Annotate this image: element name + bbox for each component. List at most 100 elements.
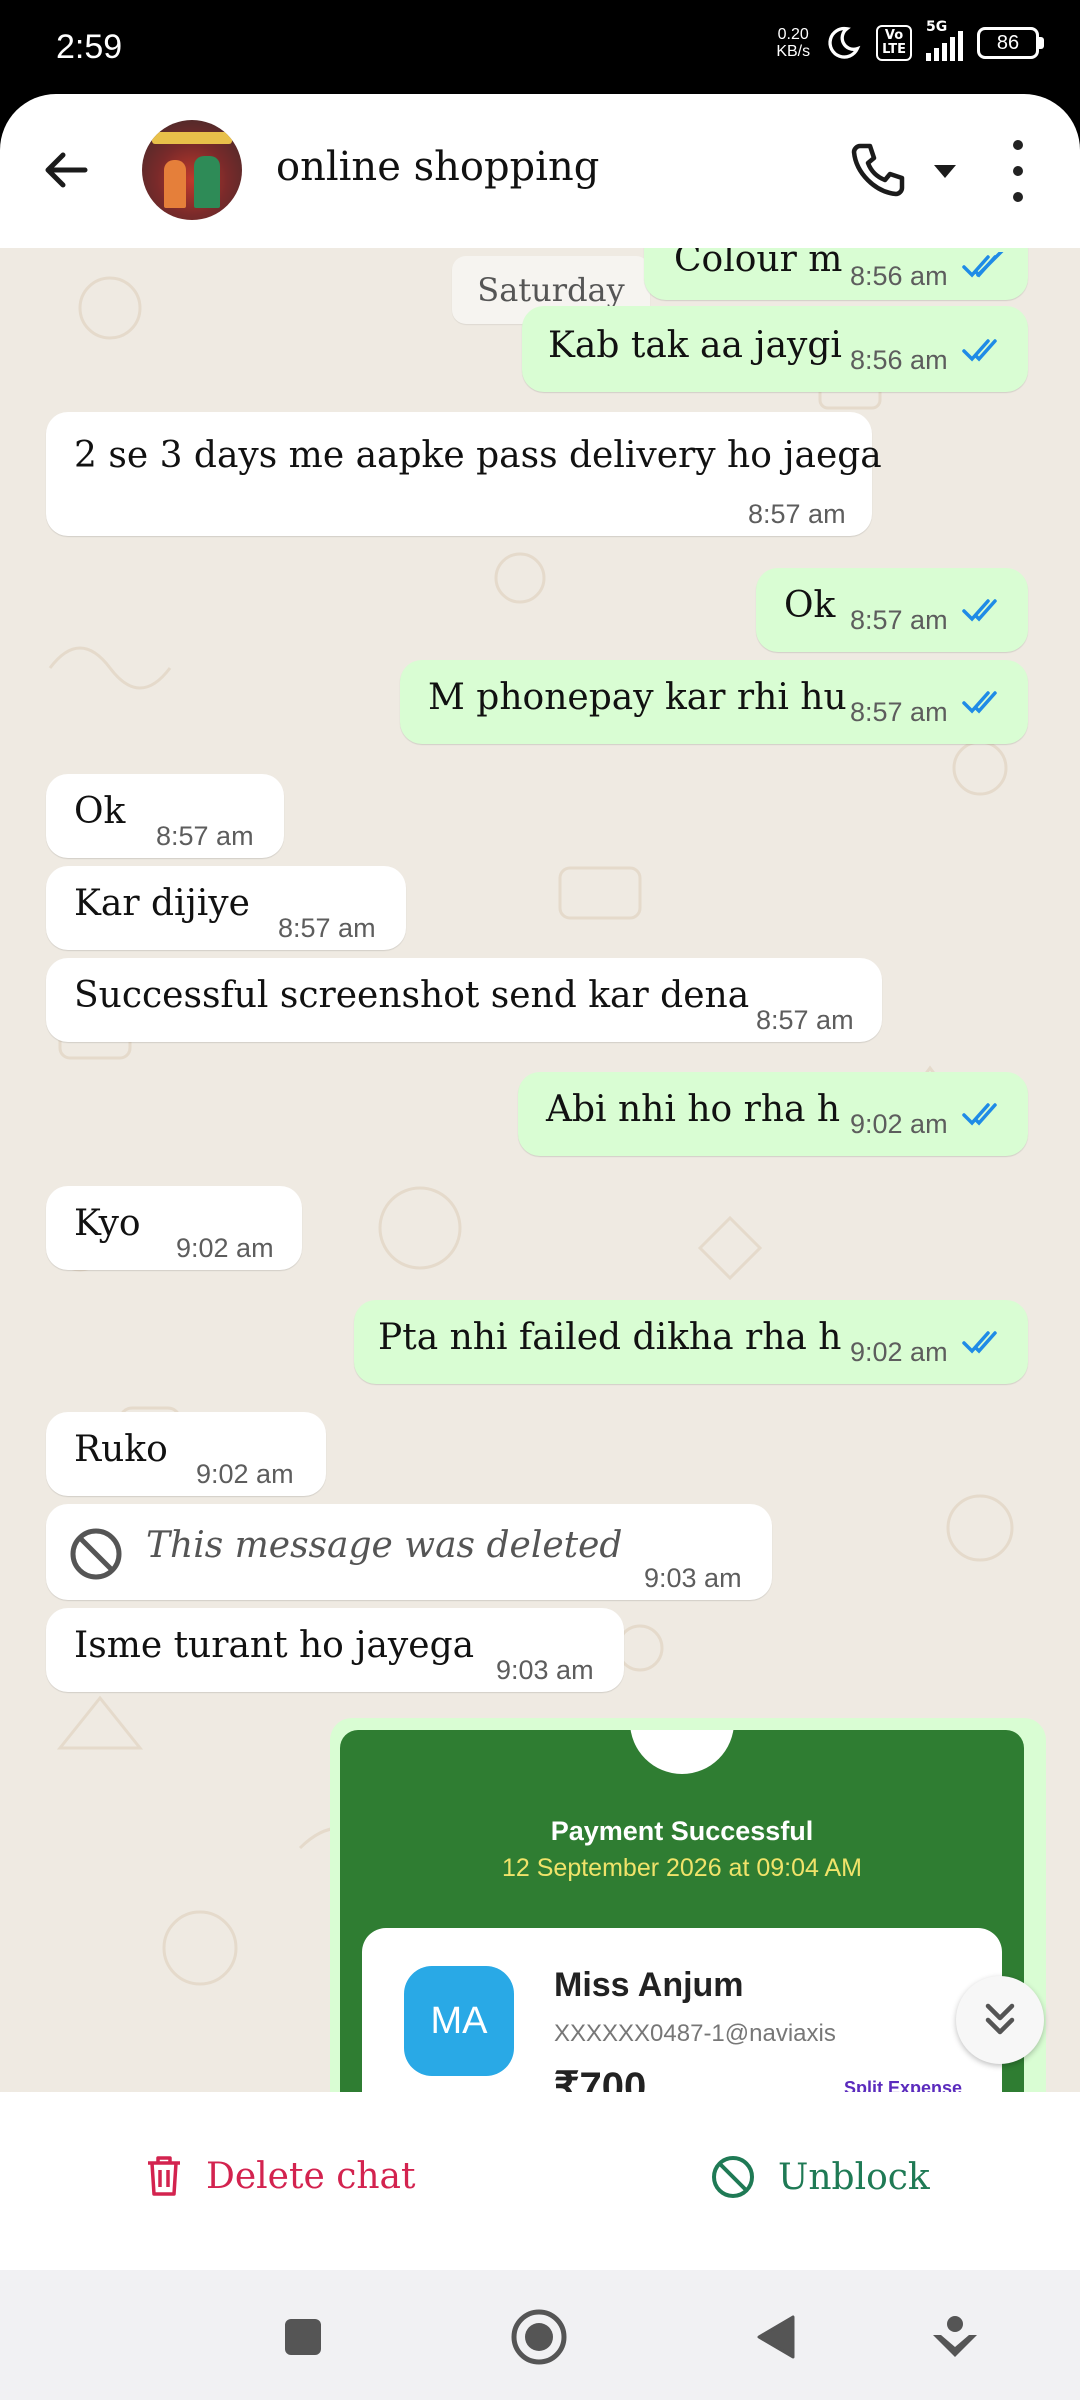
message-time: 9:02 am [196,1459,294,1489]
message-time: 9:03 am [496,1655,594,1685]
voice-call-button[interactable] [846,138,910,202]
message-text: Colour m [674,248,843,280]
message-incoming[interactable]: Kyo 9:02 am [46,1186,302,1270]
chat-header: online shopping [0,94,1080,248]
payment-title: Payment Successful [550,1816,814,1846]
battery-level: 86 [977,27,1039,59]
blocked-contact-actions: Delete chat Unblock [0,2092,1080,2270]
recents-button[interactable] [268,2302,338,2372]
message-time: 8:56 am [850,345,948,375]
success-check-icon [630,1730,734,1774]
nav-back-icon [757,2315,795,2359]
dropdown-icon[interactable] [928,156,962,186]
message-text: Successful screenshot send kar dena [74,975,750,1016]
payment-amount: ₹700 [554,2065,647,2092]
volte-icon: Vo LTE [876,25,912,61]
volte-bottom-label: LTE [882,42,906,57]
message-time: 9:02 am [176,1233,274,1263]
double-tick-icon [962,339,997,362]
message-text: Kar dijiye [74,883,250,924]
network-speed-unit: KB/s [776,43,811,60]
blocked-icon [712,2156,754,2198]
payee-name: Miss Anjum [554,1966,744,2004]
chat-messages-area[interactable]: Saturday Colour m 8:56 am Kab tak aa jay… [0,248,1080,2092]
payment-details-card: MA Miss Anjum XXXXXX0487-1@naviaxis ₹700… [362,1928,1002,2092]
nav-square-icon [285,2319,321,2355]
network-type: 5G [926,19,948,35]
assistant-button[interactable] [920,2302,990,2372]
back-arrow-icon [45,152,88,188]
message-text: Ok [74,791,126,832]
split-expense-link: Split Expense [843,2078,962,2092]
message-time: 8:57 am [756,1005,854,1035]
message-outgoing[interactable]: Abi nhi ho rha h 9:02 am [518,1072,1028,1156]
message-text: Ruko [74,1429,168,1470]
back-nav-button[interactable] [740,2302,810,2372]
message-text: Kab tak aa jaygi [548,325,842,366]
message-text: Kyo [74,1203,141,1244]
network-speed-value: 0.20 [777,26,809,43]
status-icons: 0.20 KB/s Vo LTE 5G 86 [776,19,1044,62]
phone-icon [851,143,905,197]
double-tick-icon [962,1103,997,1126]
message-time: 8:57 am [156,821,254,851]
payee-upi-id: XXXXXX0487-1@naviaxis [554,2020,836,2047]
double-tick-icon [962,691,997,714]
do-not-disturb-moon-icon [828,26,861,59]
message-text: Abi nhi ho rha h [546,1089,841,1130]
payee-avatar: MA [404,1966,514,2076]
chevron-double-down-icon [985,2003,1015,2035]
double-tick-icon [962,252,1004,278]
volte-top-label: Vo [884,28,904,43]
message-text: M phonepay kar rhi hu [428,677,847,718]
nav-home-icon [511,2309,567,2365]
delete-chat-label: Delete chat [206,2155,416,2197]
trash-icon [148,2156,180,2196]
message-incoming[interactable]: Ruko 9:02 am [46,1412,326,1496]
delete-chat-button[interactable]: Delete chat [144,2154,415,2198]
message-incoming[interactable]: Isme turant ho jayega 9:03 am [46,1608,624,1692]
unblock-label: Unblock [778,2156,930,2198]
payment-date: 12 September 2026 at 09:04 AM [502,1854,862,1882]
system-navigation-bar [0,2270,1080,2400]
message-outgoing[interactable]: M phonepay kar rhi hu 8:57 am [400,660,1028,744]
message-text: Pta nhi failed dikha rha h [378,1317,842,1358]
more-options-icon[interactable] [998,134,1038,208]
message-time: 9:02 am [850,1337,948,1367]
unblock-button[interactable]: Unblock [710,2154,930,2200]
message-outgoing[interactable]: Pta nhi failed dikha rha h 9:02 am [354,1300,1028,1384]
home-button[interactable] [504,2302,574,2372]
network-speed: 0.20 KB/s [776,26,810,60]
message-deleted[interactable]: This message was deleted 9:03 am [46,1504,772,1600]
message-time: 8:57 am [850,605,948,635]
chat-title[interactable]: online shopping [276,144,599,190]
message-time: 9:02 am [850,1109,948,1139]
message-incoming[interactable]: 2 se 3 days me aapke pass delivery ho ja… [46,412,882,536]
message-time: 9:03 am [644,1563,742,1593]
message-incoming[interactable]: Successful screenshot send kar dena 8:57… [46,958,882,1042]
message-text: 2 se 3 days me aapke pass delivery ho ja… [74,435,882,476]
message-time: 8:57 am [850,697,948,727]
back-button[interactable] [34,138,98,202]
contact-avatar[interactable] [142,120,242,220]
message-text: Isme turant ho jayega [74,1625,475,1666]
nav-assist-icon [933,2316,977,2357]
message-time: 8:57 am [748,499,846,529]
status-bar: 2:59 0.20 KB/s Vo LTE 5G 86 [0,0,1080,98]
blocked-icon [70,1528,122,1580]
battery-icon: 86 [977,27,1044,59]
payment-screenshot[interactable]: Payment Successful 12 September 2026 at … [340,1730,1024,2092]
status-time: 2:59 [56,28,123,66]
message-outgoing[interactable]: Colour m 8:56 am [644,248,1028,300]
message-text: This message was deleted [146,1525,623,1566]
message-text: Ok [784,585,836,626]
message-incoming[interactable]: Kar dijiye 8:57 am [46,866,406,950]
message-outgoing[interactable]: Kab tak aa jaygi 8:56 am [522,306,1028,392]
message-incoming[interactable]: Ok 8:57 am [46,774,284,858]
message-time: 8:57 am [278,913,376,943]
double-tick-icon [962,599,997,622]
message-outgoing[interactable]: Ok 8:57 am [756,568,1028,652]
double-tick-icon [962,1331,997,1354]
signal-strength-icon: 5G [926,19,963,61]
scroll-to-bottom-button[interactable] [956,1976,1044,2064]
